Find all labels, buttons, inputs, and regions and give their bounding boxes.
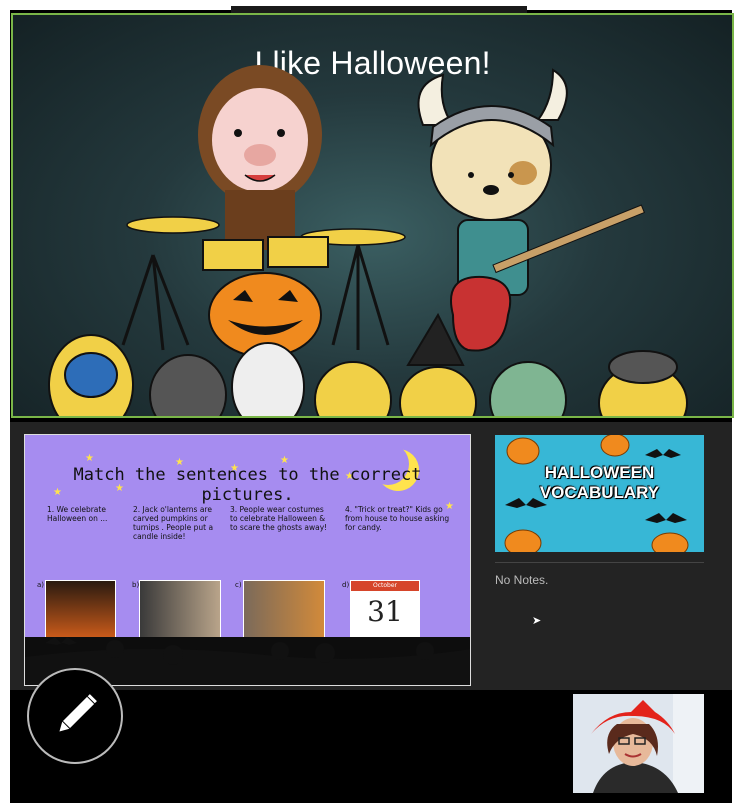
star-icon: ★ xyxy=(85,453,94,464)
pen-button[interactable] xyxy=(27,668,123,764)
webcam-person-image xyxy=(573,694,704,793)
calendar-picture: October 31 xyxy=(350,580,420,638)
jack-o-lanterns-photo xyxy=(45,580,116,638)
trick-or-treat-photo xyxy=(243,580,325,638)
picture-label-d: d) xyxy=(342,581,350,589)
current-slide[interactable]: ★ ★ ★ ★ ★ ★ ★ ★ Match the sentences to t… xyxy=(24,434,471,686)
cartoon-band-illustration xyxy=(48,65,688,416)
next-slide-thumbnail[interactable]: HALLOWEEN VOCABULARY xyxy=(495,435,704,552)
sentence-3: 3. People wear costumes to celebrate Hal… xyxy=(230,505,328,532)
notes-divider xyxy=(495,562,704,563)
arrow-cursor-icon: ➤ xyxy=(532,614,542,627)
shared-video[interactable]: I like Halloween! xyxy=(11,13,734,418)
sentence-2: 2. Jack o'lanterns are carved pumpkins o… xyxy=(133,505,214,541)
thumbnail-title-line-1: HALLOWEEN xyxy=(544,463,655,482)
webcam-preview[interactable] xyxy=(573,694,704,793)
pencil-icon xyxy=(59,694,97,732)
thumbnail-title: HALLOWEEN VOCABULARY xyxy=(495,463,704,503)
picture-label-a: a) xyxy=(37,581,45,589)
calendar-month: October xyxy=(351,581,419,591)
calendar-day: 31 xyxy=(367,595,403,628)
speaker-notes: No Notes. xyxy=(495,573,549,587)
sentence-1: 1. We celebrate Halloween on ... xyxy=(47,505,108,523)
slide-title: Match the sentences to the correct pictu… xyxy=(73,465,422,505)
picture-label-c: c) xyxy=(235,581,242,589)
thumbnail-title-line-2: VOCABULARY xyxy=(539,483,660,502)
sentence-4: 4. "Trick or treat?" Kids go from house … xyxy=(345,505,450,532)
costumes-photo xyxy=(139,580,221,638)
